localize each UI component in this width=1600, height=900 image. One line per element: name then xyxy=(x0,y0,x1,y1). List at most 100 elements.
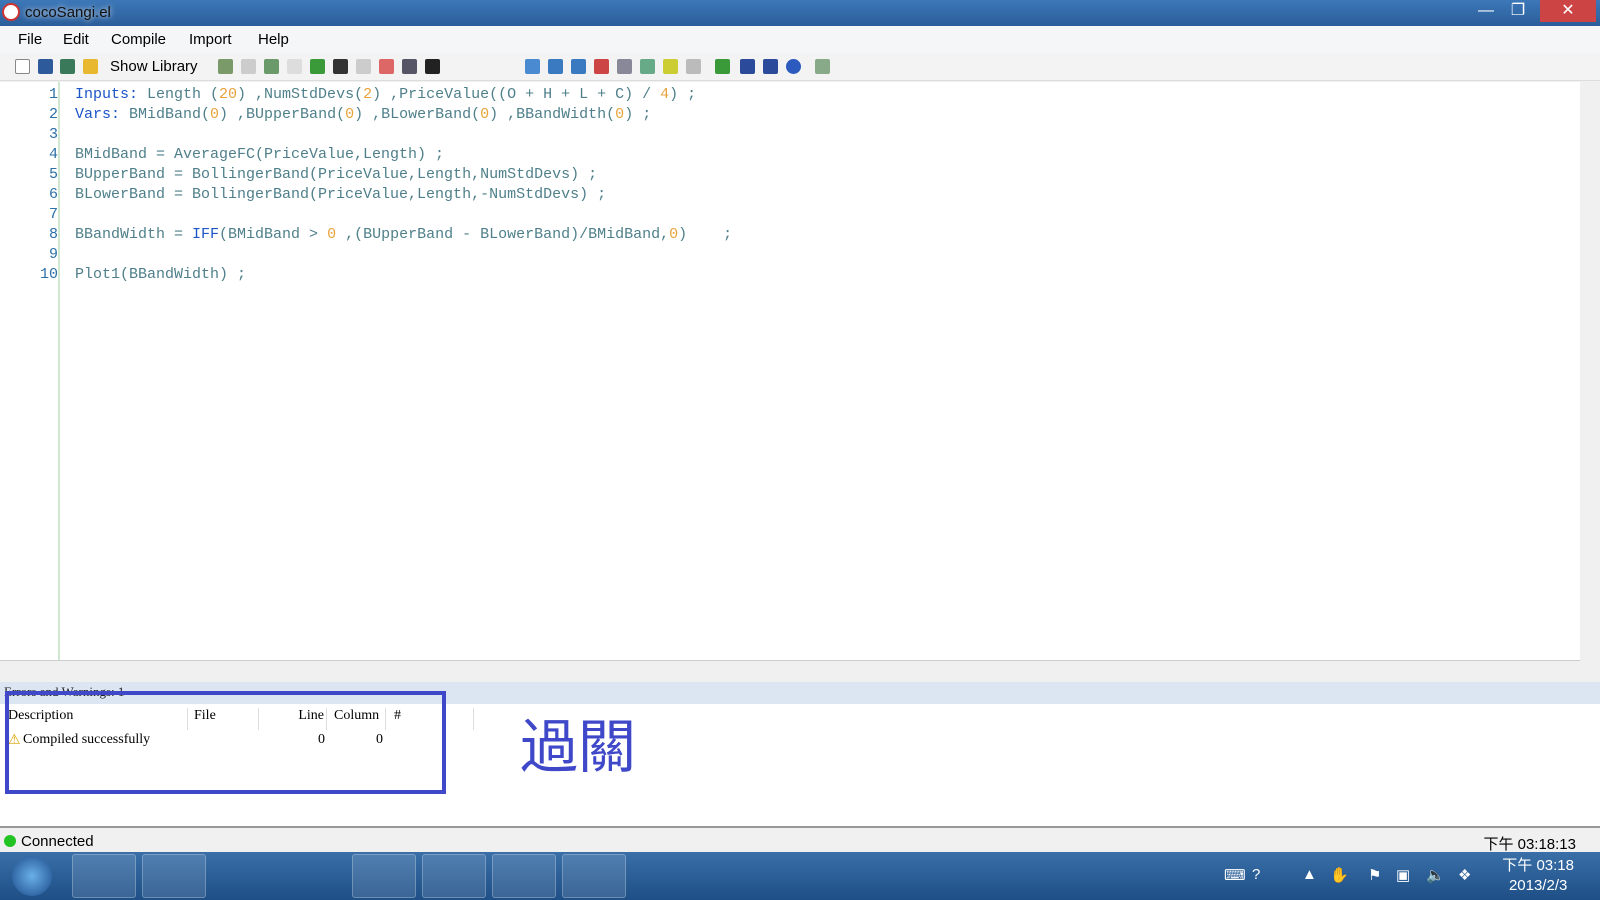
line-number: 6 xyxy=(48,186,58,203)
format-icon[interactable] xyxy=(640,59,655,74)
code-token: ) ; xyxy=(624,106,652,123)
code-token: 0 xyxy=(327,226,337,243)
next-bookmark-icon[interactable] xyxy=(548,59,563,74)
clock-time: 下午 03:18 xyxy=(1502,857,1574,874)
code-token: ) ,PriceValue((O + H + L + C) / xyxy=(372,86,661,103)
code-token: ) ; xyxy=(669,86,697,103)
taskbar-globalzen-icon[interactable] xyxy=(492,854,556,898)
taskbar-hand-icon[interactable] xyxy=(562,854,626,898)
code-token: BBandWidth = xyxy=(75,226,193,243)
code-token: Plot1(BBandWidth) ; xyxy=(75,266,247,283)
compile-icon[interactable] xyxy=(218,59,233,74)
case-icon[interactable] xyxy=(686,59,701,74)
delete-icon[interactable] xyxy=(425,59,440,74)
taskbar-explorer-icon[interactable] xyxy=(142,854,206,898)
new-file-icon[interactable] xyxy=(15,59,30,74)
code-line[interactable]: Inputs: Length (20) ,NumStdDevs(2) ,Pric… xyxy=(75,86,696,103)
toolbar: Show Library xyxy=(0,53,1600,81)
taskbar-users-icon[interactable] xyxy=(422,854,486,898)
line-number: 10 xyxy=(39,266,58,283)
cut-icon[interactable] xyxy=(287,59,302,74)
replace-icon[interactable] xyxy=(402,59,417,74)
app-icon xyxy=(2,3,20,21)
line-number: 1 xyxy=(48,86,58,103)
menu-edit[interactable]: Edit xyxy=(63,31,89,48)
code-token: ) ,BBandWidth( xyxy=(489,106,616,123)
code-token: 0 xyxy=(615,106,625,123)
restore-button[interactable]: ❐ xyxy=(1502,0,1534,22)
menu-help[interactable]: Help xyxy=(258,31,289,48)
code-editor[interactable]: 1 Inputs: Length (20) ,NumStdDevs(2) ,Pri… xyxy=(0,82,1600,660)
code-token: ,(BUpperBand - BLowerBand)/BMidBand, xyxy=(336,226,670,243)
keyboard-icon[interactable]: ⌨ xyxy=(1224,866,1246,884)
bookmark-icon[interactable] xyxy=(525,59,540,74)
action-center-icon[interactable]: ⚑ xyxy=(1368,866,1381,884)
code-token: ) ; xyxy=(678,226,733,243)
status-bar: Connected 下午 03:18:13 xyxy=(0,830,1600,853)
taskbar-media-icon[interactable] xyxy=(282,854,346,898)
hand-tray-icon[interactable]: ✋ xyxy=(1330,866,1349,884)
find-icon[interactable] xyxy=(333,59,348,74)
close-button[interactable]: ✕ xyxy=(1540,0,1596,22)
code-token: BLowerBand = BollingerBand(PriceValue,Le… xyxy=(75,186,607,203)
taskbar-app-icon[interactable] xyxy=(212,854,276,898)
volume-icon[interactable]: 🔈 xyxy=(1426,866,1445,884)
taskbar-ie-icon[interactable] xyxy=(72,854,136,898)
menu-compile[interactable]: Compile xyxy=(111,31,166,48)
code-token: Vars: xyxy=(75,106,121,123)
code-token: Length ( xyxy=(138,86,220,103)
code-line[interactable]: Vars: BMidBand(0) ,BUpperBand(0) ,BLower… xyxy=(75,106,651,123)
code-line[interactable]: BMidBand = AverageFC(PriceValue,Length) … xyxy=(75,146,444,163)
redo-icon[interactable] xyxy=(356,59,371,74)
help-icon[interactable] xyxy=(740,59,755,74)
system-clock[interactable]: 下午 03:18 2013/2/3 xyxy=(1502,856,1574,896)
paste-icon[interactable] xyxy=(264,59,279,74)
show-library-button[interactable]: Show Library xyxy=(110,58,198,75)
help-tray-icon[interactable]: ? xyxy=(1252,866,1260,883)
code-token: Inputs: xyxy=(75,86,139,103)
indent-icon[interactable] xyxy=(663,59,678,74)
line-number: 3 xyxy=(48,126,58,143)
save-all-icon[interactable] xyxy=(60,59,75,74)
show-hidden-icons[interactable]: ▲ xyxy=(1302,866,1317,883)
code-token: BUpperBand = BollingerBand(PriceValue,Le… xyxy=(75,166,598,183)
menu-file[interactable]: File xyxy=(18,31,42,48)
copy-icon[interactable] xyxy=(241,59,256,74)
code-token: 0 xyxy=(345,106,355,123)
line-number: 7 xyxy=(48,206,58,223)
prev-bookmark-icon[interactable] xyxy=(571,59,586,74)
code-token: (BMidBand > xyxy=(219,226,328,243)
dropbox-icon[interactable]: ❖ xyxy=(1458,866,1471,884)
start-button[interactable] xyxy=(12,856,52,896)
code-line[interactable]: BLowerBand = BollingerBand(PriceValue,Le… xyxy=(75,186,606,203)
connection-status: Connected xyxy=(21,833,94,850)
network-icon[interactable]: ▣ xyxy=(1396,866,1410,884)
properties-icon[interactable] xyxy=(617,59,632,74)
undo-icon[interactable] xyxy=(310,59,325,74)
settings-icon[interactable] xyxy=(815,59,830,74)
code-line[interactable]: Plot1(BBandWidth) ; xyxy=(75,266,246,283)
vertical-scrollbar[interactable] xyxy=(1580,82,1600,660)
menu-import[interactable]: Import xyxy=(189,31,232,48)
code-line[interactable]: BBandWidth = IFF(BMidBand > 0 ,(BUpperBa… xyxy=(75,226,732,243)
taskbar-chrome-icon[interactable] xyxy=(352,854,416,898)
annotation-text: 過關 xyxy=(520,715,637,780)
line-number: 2 xyxy=(48,106,58,123)
font-icon[interactable] xyxy=(379,59,394,74)
verify-icon[interactable] xyxy=(715,59,730,74)
line-number: 4 xyxy=(48,146,58,163)
minimize-button[interactable]: — xyxy=(1470,0,1502,22)
save-icon[interactable] xyxy=(38,59,53,74)
clear-bookmarks-icon[interactable] xyxy=(594,59,609,74)
horizontal-scrollbar[interactable] xyxy=(0,660,1580,678)
code-line[interactable]: BUpperBand = BollingerBand(PriceValue,Le… xyxy=(75,166,597,183)
menu-bar: File Edit Compile Import Help xyxy=(0,26,1600,53)
about-icon[interactable] xyxy=(786,59,801,74)
library-icon[interactable] xyxy=(83,59,98,74)
code-token: BMidBand = AverageFC(PriceValue,Length) … xyxy=(75,146,445,163)
code-token: 0 xyxy=(210,106,220,123)
context-help-icon[interactable] xyxy=(763,59,778,74)
line-number: 8 xyxy=(48,226,58,243)
code-token: 0 xyxy=(669,226,679,243)
line-number: 9 xyxy=(48,246,58,263)
